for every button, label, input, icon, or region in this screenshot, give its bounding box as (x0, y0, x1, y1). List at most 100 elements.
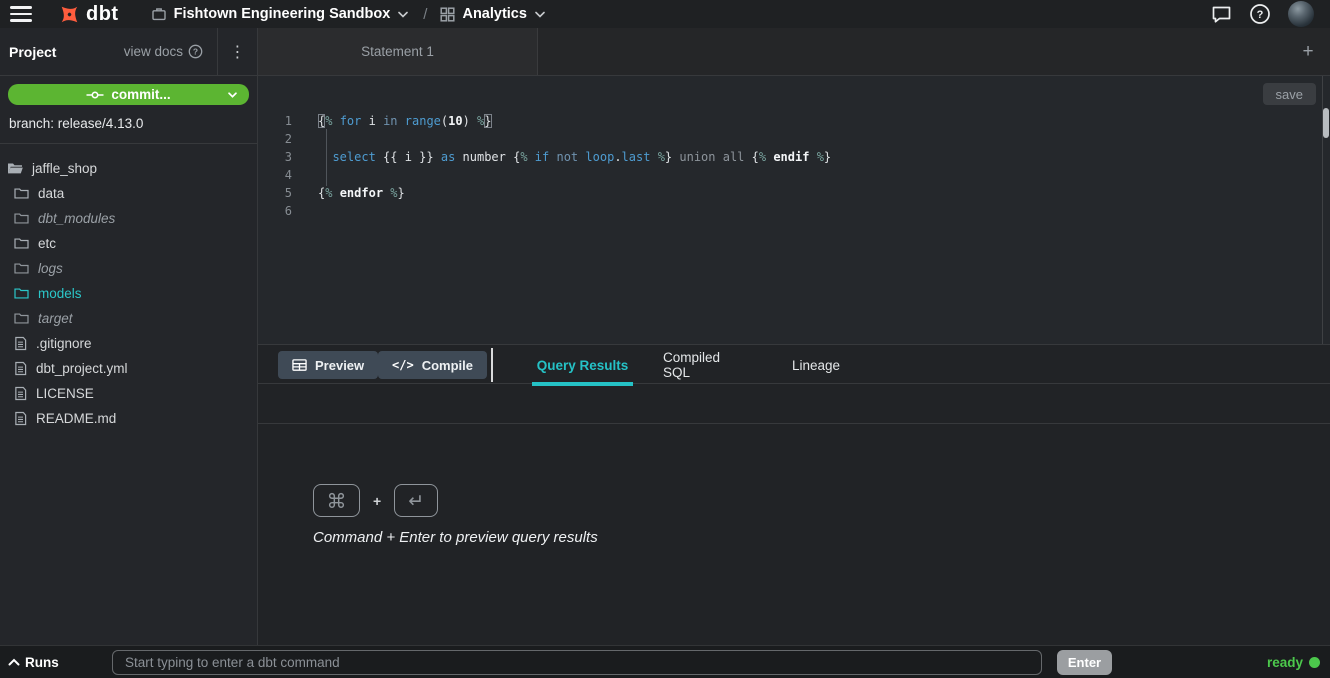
code-text: {% for i in range(10) %} (318, 112, 492, 130)
status-indicator: ready (1267, 646, 1320, 678)
command-bar: Runs Enter ready (0, 645, 1330, 678)
code-line[interactable]: 2 (258, 130, 1330, 148)
chevron-up-icon (8, 658, 20, 666)
sidebar-header: Project view docs ? ⋮ (0, 28, 258, 75)
tab-lineage[interactable]: Lineage (792, 345, 840, 385)
plus-separator: + (373, 493, 381, 509)
kebab-icon: ⋮ (230, 42, 246, 61)
line-number: 4 (258, 166, 292, 184)
shortcut-keys: ⌘ + ↵ (313, 484, 438, 517)
scrollbar-thumb[interactable] (1323, 108, 1329, 138)
file-icon (14, 411, 27, 426)
main-panel: save 1 {% for i in range(10) %} 23 select … (258, 76, 1330, 645)
code-line[interactable]: 4 (258, 166, 1330, 184)
status-text: ready (1267, 655, 1303, 670)
hamburger-menu-icon[interactable] (10, 6, 32, 21)
tab-compiled-sql[interactable]: Compiled SQL (663, 345, 750, 385)
line-number: 1 (258, 112, 292, 130)
sidebar-menu-button[interactable]: ⋮ (217, 28, 257, 75)
tree-item-models[interactable]: models (0, 281, 257, 306)
code-lines: 1 {% for i in range(10) %} 23 select {{ i … (258, 76, 1330, 220)
file-icon (14, 336, 27, 351)
new-tab-button[interactable]: + (1294, 28, 1322, 75)
results-subheader (258, 384, 1330, 424)
file-icon (14, 361, 27, 376)
code-text: select {{ i }} as number {% if not loop.… (318, 148, 831, 166)
project-name[interactable]: Analytics (462, 6, 526, 22)
tree-item-gitignore[interactable]: .gitignore (0, 331, 257, 356)
enter-key-icon: ↵ (394, 484, 438, 517)
tree-item-etc[interactable]: etc (0, 231, 257, 256)
save-button[interactable]: save (1263, 83, 1316, 105)
project-chevron-down-icon[interactable] (535, 11, 545, 18)
code-line[interactable]: 5 {% endfor %} (258, 184, 1330, 202)
tree-item-target[interactable]: target (0, 306, 257, 331)
folder-open-icon (7, 161, 24, 176)
folder-icon (14, 312, 29, 325)
editor-scrollbar[interactable] (1322, 76, 1330, 344)
tree-item-readme[interactable]: README.md (0, 406, 257, 431)
code-line[interactable]: 6 (258, 202, 1330, 220)
line-number: 6 (258, 202, 292, 220)
second-row: Project view docs ? ⋮ Statement 1 + (0, 28, 1330, 76)
line-number: 5 (258, 184, 292, 202)
account-name[interactable]: Fishtown Engineering Sandbox (174, 6, 391, 22)
code-editor[interactable]: save 1 {% for i in range(10) %} 23 select … (258, 76, 1330, 344)
tree-item-data[interactable]: data (0, 181, 257, 206)
code-icon: </> (392, 358, 414, 372)
code-text: {% endfor %} (318, 184, 405, 202)
top-bar: dbt Fishtown Engineering Sandbox / Analy… (0, 0, 1330, 28)
folder-icon (14, 287, 29, 300)
svg-text:?: ? (1257, 9, 1264, 21)
line-number: 3 (258, 148, 292, 166)
compile-button[interactable]: </> Compile (378, 351, 487, 379)
tab-query-results[interactable]: Query Results (532, 345, 633, 385)
code-line[interactable]: 1 {% for i in range(10) %} (258, 112, 1330, 130)
help-icon[interactable]: ? (1249, 3, 1271, 25)
sidebar-title: Project (9, 44, 56, 60)
chat-icon[interactable] (1211, 5, 1232, 24)
folder-icon (14, 187, 29, 200)
grid-icon (440, 7, 455, 22)
query-results-panel: ⌘ + ↵ Command + Enter to preview query r… (258, 424, 1330, 645)
tree-item-logs[interactable]: logs (0, 256, 257, 281)
toolbar-divider (491, 348, 493, 382)
table-icon (292, 358, 307, 372)
user-avatar[interactable] (1288, 1, 1314, 27)
command-key-icon: ⌘ (313, 484, 360, 517)
enter-button[interactable]: Enter (1057, 650, 1112, 675)
branch-label: branch: release/4.13.0 (9, 116, 249, 131)
tree-item-dbt-project-yml[interactable]: dbt_project.yml (0, 356, 257, 381)
preview-hint-text: Command + Enter to preview query results (313, 529, 598, 546)
dbt-command-input[interactable] (112, 650, 1042, 675)
file-explorer-sidebar: commit... branch: release/4.13.0 jaffle_… (0, 76, 258, 645)
file-tree: jaffle_shop data dbt_modules etc (0, 156, 257, 431)
tab-statement-1[interactable]: Statement 1 (258, 28, 538, 75)
plus-icon: + (1302, 41, 1313, 63)
view-docs-link[interactable]: view docs ? (124, 44, 203, 59)
editor-tab-bar: Statement 1 + (258, 28, 1330, 75)
runs-toggle[interactable]: Runs (8, 646, 59, 678)
status-dot-icon (1309, 657, 1320, 668)
git-section: commit... branch: release/4.13.0 (0, 76, 257, 144)
tree-item-dbt-modules[interactable]: dbt_modules (0, 206, 257, 231)
file-icon (14, 386, 27, 401)
results-toolbar: Preview </> Compile Query Results Compil… (258, 344, 1330, 384)
tree-item-jaffle-shop[interactable]: jaffle_shop (0, 156, 257, 181)
dbt-cloud-ide: dbt Fishtown Engineering Sandbox / Analy… (0, 0, 1330, 678)
tree-item-license[interactable]: LICENSE (0, 381, 257, 406)
code-line[interactable]: 3 select {{ i }} as number {% if not loo… (258, 148, 1330, 166)
svg-text:?: ? (193, 47, 198, 57)
indent-guide (326, 129, 327, 186)
folder-icon (14, 212, 29, 225)
git-commit-icon (86, 88, 104, 102)
folder-icon (14, 237, 29, 250)
account-chevron-down-icon[interactable] (398, 11, 408, 18)
line-number: 2 (258, 130, 292, 148)
dbt-logo-icon (58, 3, 81, 26)
commit-button[interactable]: commit... (8, 84, 249, 105)
active-tab-underline (532, 382, 633, 386)
folder-icon (14, 262, 29, 275)
preview-button[interactable]: Preview (278, 351, 378, 379)
commit-chevron-down-icon[interactable] (228, 84, 237, 105)
